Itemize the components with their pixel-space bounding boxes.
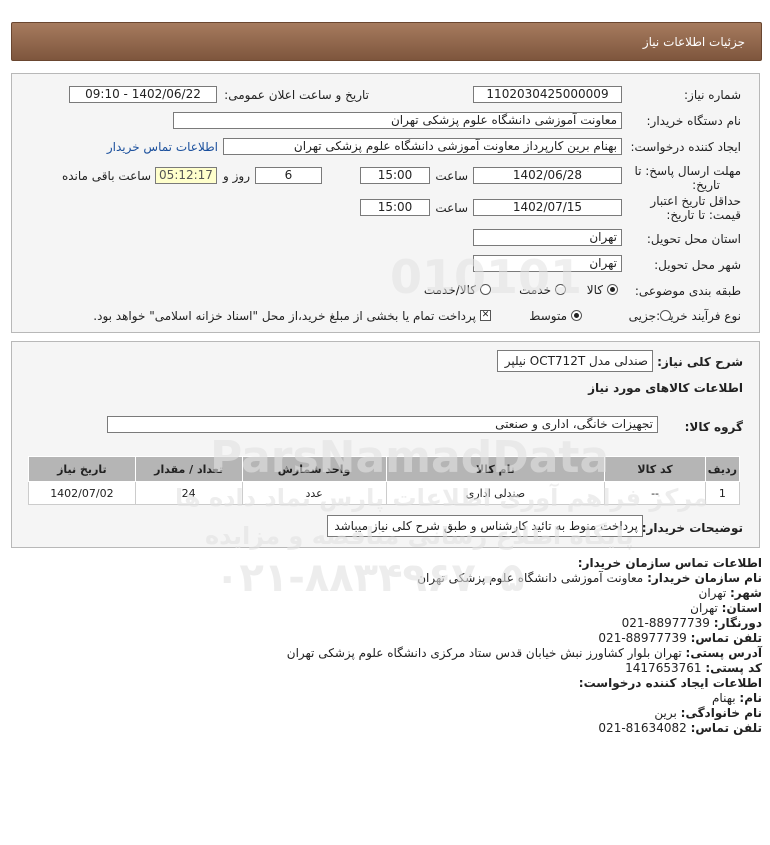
contact-org: نام سازمان خریدار: معاونت آموزشی دانشگاه…	[417, 571, 762, 585]
city-label: شهر محل تحویل:	[654, 258, 741, 272]
need-description-label: شرح کلی نیاز:	[657, 355, 743, 369]
buyer-org-label: نام دستگاه خریدار:	[646, 114, 742, 128]
cell-qty: 24	[134, 481, 243, 505]
contact-title: اطلاعات تماس سازمان خریدار:	[577, 556, 762, 570]
creator-info-title: اطلاعات ایجاد کننده درخواست:	[578, 676, 762, 690]
city-field: تهران	[473, 255, 622, 272]
creator-phone: تلفن تماس: 021-81634082	[598, 721, 762, 735]
category-option-goods-service: کالا/خدمت	[423, 283, 476, 297]
validity-date-field: 1402/07/15	[473, 199, 622, 216]
page-header: جزئیات اطلاعات نیاز	[11, 22, 762, 61]
creator-family: نام خانوادگی: برین	[654, 706, 762, 720]
contact-postal: کد پستی: 1417653761	[625, 661, 762, 675]
province-field: تهران	[473, 229, 622, 246]
validity-time-field: 15:00	[360, 199, 430, 216]
col-code: کد کالا	[604, 456, 706, 482]
buyer-org-field: معاونت آموزشی دانشگاه علوم پزشکی تهران	[173, 112, 622, 129]
contact-info: اطلاعات تماس سازمان خریدار: نام سازمان خ…	[287, 556, 762, 736]
buyer-notes-label: توضیحات خریدار:	[641, 521, 743, 535]
category-radio-goods[interactable]	[607, 284, 618, 295]
need-number-label: شماره نیاز:	[684, 88, 741, 102]
payment-note: پرداخت تمام یا بخشی از مبلغ خرید،از محل …	[93, 309, 476, 323]
cell-unit: عدد	[241, 481, 387, 505]
category-label: طبقه بندی موضوعی:	[634, 284, 741, 298]
contact-address: آدرس پستی: تهران بلوار کشاورز نبش خیابان…	[286, 646, 762, 660]
need-number-field: 1102030425000009	[473, 86, 622, 103]
validity-label-2: قیمت: تا تاریخ:	[666, 208, 741, 222]
goods-table: ردیف کد کالا نام کالا واحد شمارش تعداد /…	[28, 456, 741, 505]
category-option-service: خدمت	[519, 283, 551, 297]
contact-city: شهر: تهران	[698, 586, 762, 600]
deadline-date-field: 1402/06/28	[473, 167, 622, 184]
goods-table-header: ردیف کد کالا نام کالا واحد شمارش تعداد /…	[28, 456, 741, 482]
buyer-contact-link[interactable]: اطلاعات تماس خریدار	[107, 140, 218, 154]
cell-name: صندلی اداری	[385, 481, 606, 505]
deadline-label-1: مهلت ارسال پاسخ: تا	[634, 164, 741, 178]
announce-label: تاریخ و ساعت اعلان عمومی:	[224, 88, 369, 102]
buyer-notes-field: پرداخت منوط به تائید کارشناس و طبق شرح ک…	[327, 515, 643, 537]
col-row: ردیف	[704, 456, 741, 482]
process-option-medium: متوسط	[529, 309, 567, 323]
cell-row: 1	[704, 481, 741, 505]
days-field: 6	[255, 167, 322, 184]
remaining-time-field: 05:12:17	[155, 167, 217, 184]
category-option-goods: کالا	[586, 283, 603, 297]
col-qty: تعداد / مقدار	[134, 456, 243, 482]
contact-phone: تلفن تماس: 021-88977739	[598, 631, 762, 645]
deadline-time-field: 15:00	[360, 167, 430, 184]
table-row: 1 -- صندلی اداری عدد 24 1402/07/02	[28, 481, 741, 505]
process-radio-minor[interactable]	[660, 310, 671, 321]
col-name: نام کالا	[385, 456, 606, 482]
category-radio-goods-service[interactable]	[480, 284, 491, 295]
goods-group-label: گروه کالا:	[684, 420, 743, 434]
need-description-field: صندلی مدل OCT712T نیلپر	[497, 350, 653, 372]
contact-province: استان: تهران	[690, 601, 762, 615]
contact-fax: دورنگار: 021-88977739	[621, 616, 762, 630]
col-unit: واحد شمارش	[241, 456, 387, 482]
announce-field: 1402/06/22 - 09:10	[69, 86, 217, 103]
treasury-payment-checkbox[interactable]: ✕	[480, 310, 491, 321]
col-date: تاریخ نیاز	[28, 456, 136, 482]
validity-label-1: حداقل تاریخ اعتبار	[650, 194, 741, 208]
process-radio-medium[interactable]	[571, 310, 582, 321]
deadline-label-2: تاریخ:	[692, 178, 720, 192]
creator-field: بهنام برین کارپرداز معاونت آموزشی دانشگا…	[223, 138, 622, 155]
page-title: جزئیات اطلاعات نیاز	[642, 35, 745, 49]
creator-name: نام: بهنام	[711, 691, 762, 705]
remaining-label: ساعت باقی مانده	[61, 169, 151, 183]
cell-code: --	[604, 481, 706, 505]
validity-time-label: ساعت	[435, 201, 468, 215]
days-label: روز و	[223, 169, 250, 183]
goods-group-field: تجهیزات خانگی، اداری و صنعتی	[107, 416, 658, 433]
cell-date: 1402/07/02	[28, 481, 136, 505]
process-option-minor: جزیی	[628, 309, 656, 323]
goods-info-title: اطلاعات کالاهای مورد نیاز	[588, 381, 743, 395]
province-label: استان محل تحویل:	[646, 232, 741, 246]
category-radio-service[interactable]	[555, 284, 566, 295]
deadline-time-label: ساعت	[435, 169, 468, 183]
creator-label: ایجاد کننده درخواست:	[630, 140, 741, 154]
